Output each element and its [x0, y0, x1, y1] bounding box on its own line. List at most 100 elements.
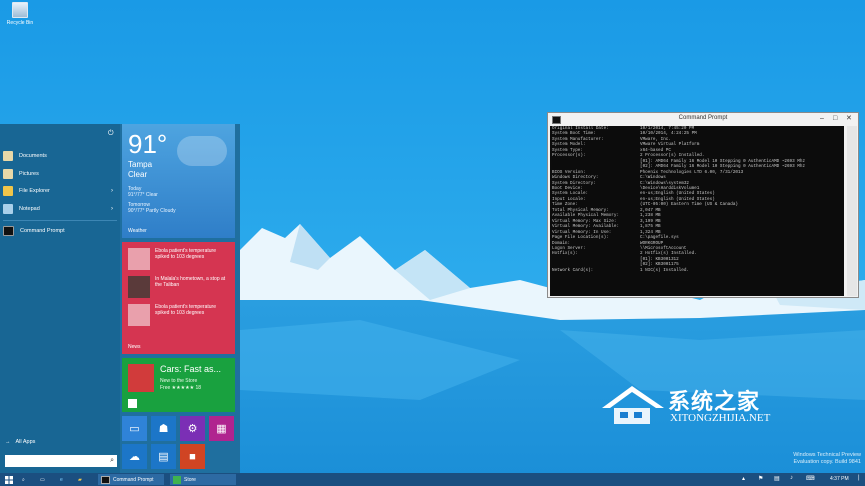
- forecast-value: 91°/77° Clear: [128, 192, 158, 198]
- cars-app-image: [128, 364, 154, 392]
- start-item-label: Command Prompt: [20, 228, 65, 234]
- recycle-bin-label: Recycle Bin: [6, 20, 34, 26]
- news-item: Ebola patient's temperature spiked to 10…: [128, 304, 231, 326]
- photos-icon: ▦: [216, 423, 227, 435]
- desktop: Recycle Bin ⏻ Documents Pictures File Ex…: [0, 0, 865, 473]
- command-prompt-window[interactable]: Command Prompt – □ ✕ Original Install Da…: [547, 112, 859, 298]
- watermark-url: XITONGZHIJIA.NET: [670, 412, 771, 424]
- desktop-icon: ▭: [129, 423, 140, 435]
- weather-forecast-today: Today 91°/77° Clear: [128, 186, 158, 198]
- news-thumbnail: [128, 304, 150, 326]
- close-button[interactable]: ✕: [846, 114, 852, 123]
- settings-tile[interactable]: ⚙: [180, 416, 205, 441]
- console-line: Network Card(s): 1 NIC(s) Installed.: [550, 268, 844, 273]
- show-desktop-button[interactable]: |: [858, 475, 860, 481]
- console-output[interactable]: Original Install Date: 10/1/2014, 7:45:20…: [550, 126, 844, 296]
- start-item-command-prompt[interactable]: Command Prompt: [3, 223, 117, 239]
- photos-tile[interactable]: ▦: [209, 416, 234, 441]
- news-headline: Ebola patient's temperature spiked to 10…: [155, 248, 216, 260]
- watermark: 系统之家 XITONGZHIJIA.NET: [598, 378, 838, 438]
- news-headline: Ebola patient's temperature spiked to 10…: [155, 304, 216, 316]
- clock[interactable]: 4:37 PM: [830, 476, 849, 482]
- start-item-notepad[interactable]: Notepad ›: [3, 201, 117, 217]
- folder-icon: ▰: [78, 476, 82, 483]
- taskbar: ⌕ ▭ e ▰ Command Prompt Store ▴ ⚑ ▤ ♪ ⌨ 4…: [0, 473, 865, 486]
- documents-icon: [3, 151, 13, 161]
- ie-icon: e: [60, 476, 63, 483]
- store-icon: [173, 475, 181, 484]
- window-title: Command Prompt: [678, 115, 728, 121]
- desktop-tile[interactable]: ▭: [122, 416, 147, 441]
- store-app-rating: Free ★★★★★ 18: [160, 385, 202, 391]
- flag-icon[interactable]: ⚑: [758, 475, 763, 482]
- news-thumbnail: [128, 248, 150, 270]
- reading-list-icon: ▤: [158, 451, 169, 463]
- settings-icon: ⚙: [187, 423, 198, 435]
- store-bag-icon: [128, 399, 137, 408]
- taskbar-item-label: Store: [184, 476, 196, 483]
- taskbar-explorer-button[interactable]: ▰: [78, 474, 82, 485]
- console-key: Network Card(s):: [552, 267, 594, 273]
- maximize-button[interactable]: □: [833, 114, 837, 123]
- app-tile[interactable]: ■: [180, 444, 205, 469]
- weather-tile[interactable]: 91° Tampa Clear Today 91°/77° Clear Tomo…: [122, 124, 235, 238]
- search-icon: ⌕: [22, 476, 25, 483]
- tile-name: Weather: [128, 228, 147, 234]
- start-menu-left-pane: ⏻ Documents Pictures File Explorer › Not…: [0, 124, 120, 473]
- store-tile[interactable]: Cars: Fast as... New to the Store Free ★…: [122, 358, 235, 412]
- weather-condition: Clear: [128, 170, 148, 179]
- windows-logo-icon: [5, 475, 13, 484]
- recycle-bin[interactable]: Recycle Bin: [4, 2, 36, 26]
- window-title-bar[interactable]: Command Prompt – □ ✕: [548, 113, 858, 125]
- power-icon[interactable]: ⏻: [108, 130, 115, 137]
- chevron-right-icon[interactable]: ›: [111, 188, 113, 194]
- start-item-documents[interactable]: Documents: [3, 148, 117, 164]
- start-item-label: Pictures: [19, 171, 39, 177]
- folder-icon: [3, 186, 13, 196]
- start-button[interactable]: [2, 474, 16, 485]
- evaluation-line: Evaluation copy. Build 9841: [793, 459, 861, 465]
- news-thumbnail: [128, 276, 150, 298]
- taskbar-item-label: Command Prompt: [113, 476, 154, 483]
- task-view-icon: ▭: [40, 476, 45, 483]
- pictures-icon: [3, 169, 13, 179]
- weather-location: Tampa Clear: [128, 160, 152, 180]
- keyboard-icon[interactable]: ⌨: [806, 475, 815, 482]
- start-item-file-explorer[interactable]: File Explorer ›: [3, 183, 117, 199]
- taskbar-store-button[interactable]: Store: [170, 474, 236, 485]
- app-icon: ■: [189, 450, 196, 463]
- volume-icon[interactable]: ♪: [790, 475, 793, 481]
- taskbar-ie-button[interactable]: e: [60, 474, 63, 485]
- search-icon[interactable]: ⌕: [110, 457, 114, 465]
- minimize-button[interactable]: –: [820, 114, 824, 123]
- people-tile[interactable]: ☗: [151, 416, 176, 441]
- notepad-icon: [3, 204, 13, 214]
- divider: [3, 220, 117, 221]
- onedrive-icon: ☁: [129, 451, 140, 463]
- taskbar-search-button[interactable]: ⌕: [22, 474, 25, 485]
- chevron-right-icon[interactable]: ›: [111, 206, 113, 212]
- all-apps-label: All Apps: [15, 439, 36, 445]
- weather-temperature: 91°: [128, 129, 168, 159]
- start-item-label: Notepad: [19, 206, 40, 212]
- news-item: In Malala's hometown, a stop at the Tali…: [128, 276, 231, 298]
- tray-arrow-icon[interactable]: ▴: [742, 475, 745, 482]
- watermark-logo-icon: [602, 386, 664, 424]
- start-search-input[interactable]: ⌕: [5, 455, 117, 467]
- evaluation-line: Windows Technical Preview: [793, 452, 861, 458]
- all-apps-button[interactable]: → All Apps: [5, 439, 35, 445]
- start-item-pictures[interactable]: Pictures: [3, 166, 117, 182]
- onedrive-tile[interactable]: ☁: [122, 444, 147, 469]
- cmd-icon: [3, 226, 14, 236]
- cmd-icon: [101, 475, 110, 484]
- news-headline: In Malala's hometown, a stop at the Tali…: [155, 276, 226, 288]
- start-item-label: File Explorer: [19, 188, 50, 194]
- tile-name: News: [128, 344, 141, 350]
- task-view-button[interactable]: ▭: [40, 474, 45, 485]
- network-icon[interactable]: ▤: [774, 475, 780, 482]
- news-tile[interactable]: Ebola patient's temperature spiked to 10…: [122, 242, 235, 354]
- scrollbar[interactable]: [847, 126, 857, 296]
- evaluation-notice: Windows Technical Preview Evaluation cop…: [793, 452, 861, 466]
- reading-list-tile[interactable]: ▤: [151, 444, 176, 469]
- taskbar-cmd-button[interactable]: Command Prompt: [98, 474, 164, 485]
